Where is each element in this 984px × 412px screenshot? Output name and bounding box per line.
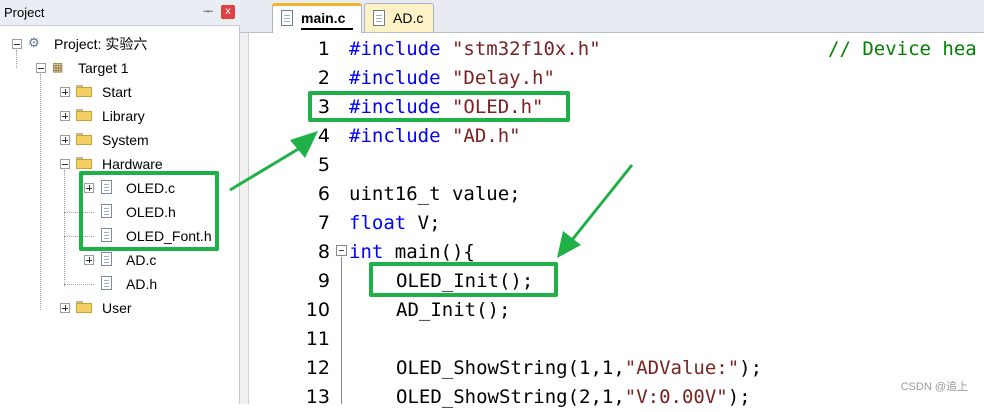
file-icon [373,10,385,26]
pin-icon[interactable]: ᅮ [203,6,213,18]
line-number: 13 [305,386,330,408]
code-text: #include "Delay.h" [349,67,555,89]
code-text: #include "AD.h" [349,125,521,147]
active-tab-accent [272,3,362,6]
tab-main-c[interactable]: main.c [272,3,362,33]
folder-open-icon [76,157,92,169]
file-icon [281,10,293,26]
folder-icon [76,85,92,97]
code-comment: // Device hea [828,38,977,60]
highlight-box-oled-files [79,171,219,251]
panel-title: Project [4,5,45,20]
fold-line [341,257,342,404]
group-label: Library [102,108,145,124]
tree-item-project[interactable]: ⚙ Project: 实验六 [0,33,240,55]
tree-item-file-ad-h[interactable]: AD.h [0,273,240,295]
code-line: 9 OLED_Init(); [240,267,984,296]
code-line: 6 uint16_t value; [240,180,984,209]
file-icon [101,276,112,290]
tree-item-group-system[interactable]: System [0,129,240,151]
tab-label: main.c [301,10,346,26]
line-number: 10 [305,299,330,321]
code-line: 1 #include "stm32f10x.h" // Device hea [240,35,984,64]
file-label: AD.h [126,276,158,292]
group-label: User [102,300,132,316]
tree-item-file-ad-c[interactable]: AD.c [0,249,240,271]
project-icon: ⚙ [28,35,40,50]
code-line: 7 float V; [240,209,984,238]
code-line: 4 #include "AD.h" [240,122,984,151]
tree-item-group-user[interactable]: User [0,297,240,319]
folder-icon [76,109,92,121]
line-number: 6 [317,183,330,205]
expand-toggle[interactable] [60,135,70,145]
group-label: Start [102,84,132,100]
line-number: 2 [317,67,330,89]
folder-icon [76,133,92,145]
code-line: 12 OLED_ShowString(1,1,"ADValue:"); [240,354,984,383]
line-number: 4 [317,125,330,147]
code-text: #include "stm32f10x.h" [349,38,601,60]
code-text: float V; [349,212,441,234]
editor-tab-bar: main.c AD.c [240,0,984,33]
file-icon [101,252,112,266]
code-text: AD_Init(); [396,299,511,321]
collapse-toggle[interactable] [36,63,46,73]
expand-toggle[interactable] [60,111,70,121]
code-line: 13 OLED_ShowString(2,1,"V:0.00V"); [240,383,984,412]
code-text: uint16_t value; [349,183,521,205]
file-label: AD.c [126,252,157,268]
group-label: System [102,132,149,148]
active-tab-underline [301,28,353,30]
tree-item-group-library[interactable]: Library [0,105,240,127]
tab-ad-c[interactable]: AD.c [364,3,434,32]
line-number: 7 [317,212,330,234]
collapse-toggle[interactable] [12,39,22,49]
close-button[interactable]: x [221,5,235,19]
tab-label: AD.c [393,10,424,26]
line-number: 12 [305,357,330,379]
code-line: 8 int main(){ [240,238,984,267]
code-line: 5 [240,151,984,180]
expand-toggle[interactable] [60,303,70,313]
line-number: 8 [317,241,330,263]
folder-icon [76,301,92,313]
line-number: 1 [317,38,330,60]
project-label: Project: 实验六 [54,36,148,52]
code-line: 11 [240,325,984,354]
code-editor[interactable]: 1 #include "stm32f10x.h" // Device hea 2… [240,33,984,408]
code-text: OLED_ShowString(2,1,"V:0.00V"); [396,386,751,408]
tree-item-target[interactable]: ▦ Target 1 [0,57,240,79]
collapse-toggle[interactable] [60,159,70,169]
line-number: 5 [317,154,330,176]
highlight-box-include-oled [308,91,570,122]
expand-toggle[interactable] [60,87,70,97]
panel-header: Project ᅮ x [0,0,240,26]
fold-toggle[interactable] [336,245,347,256]
code-line: 10 AD_Init(); [240,296,984,325]
target-label: Target 1 [78,60,129,76]
highlight-box-oled-init [369,262,558,297]
expand-toggle[interactable] [84,255,94,265]
line-number: 11 [305,328,330,350]
line-number: 9 [317,270,330,292]
code-text: OLED_ShowString(1,1,"ADValue:"); [396,357,763,379]
code-line: 2 #include "Delay.h" [240,64,984,93]
target-icon: ▦ [52,60,64,74]
tree-item-group-start[interactable]: Start [0,81,240,103]
watermark: CSDN @追上 [900,381,968,393]
